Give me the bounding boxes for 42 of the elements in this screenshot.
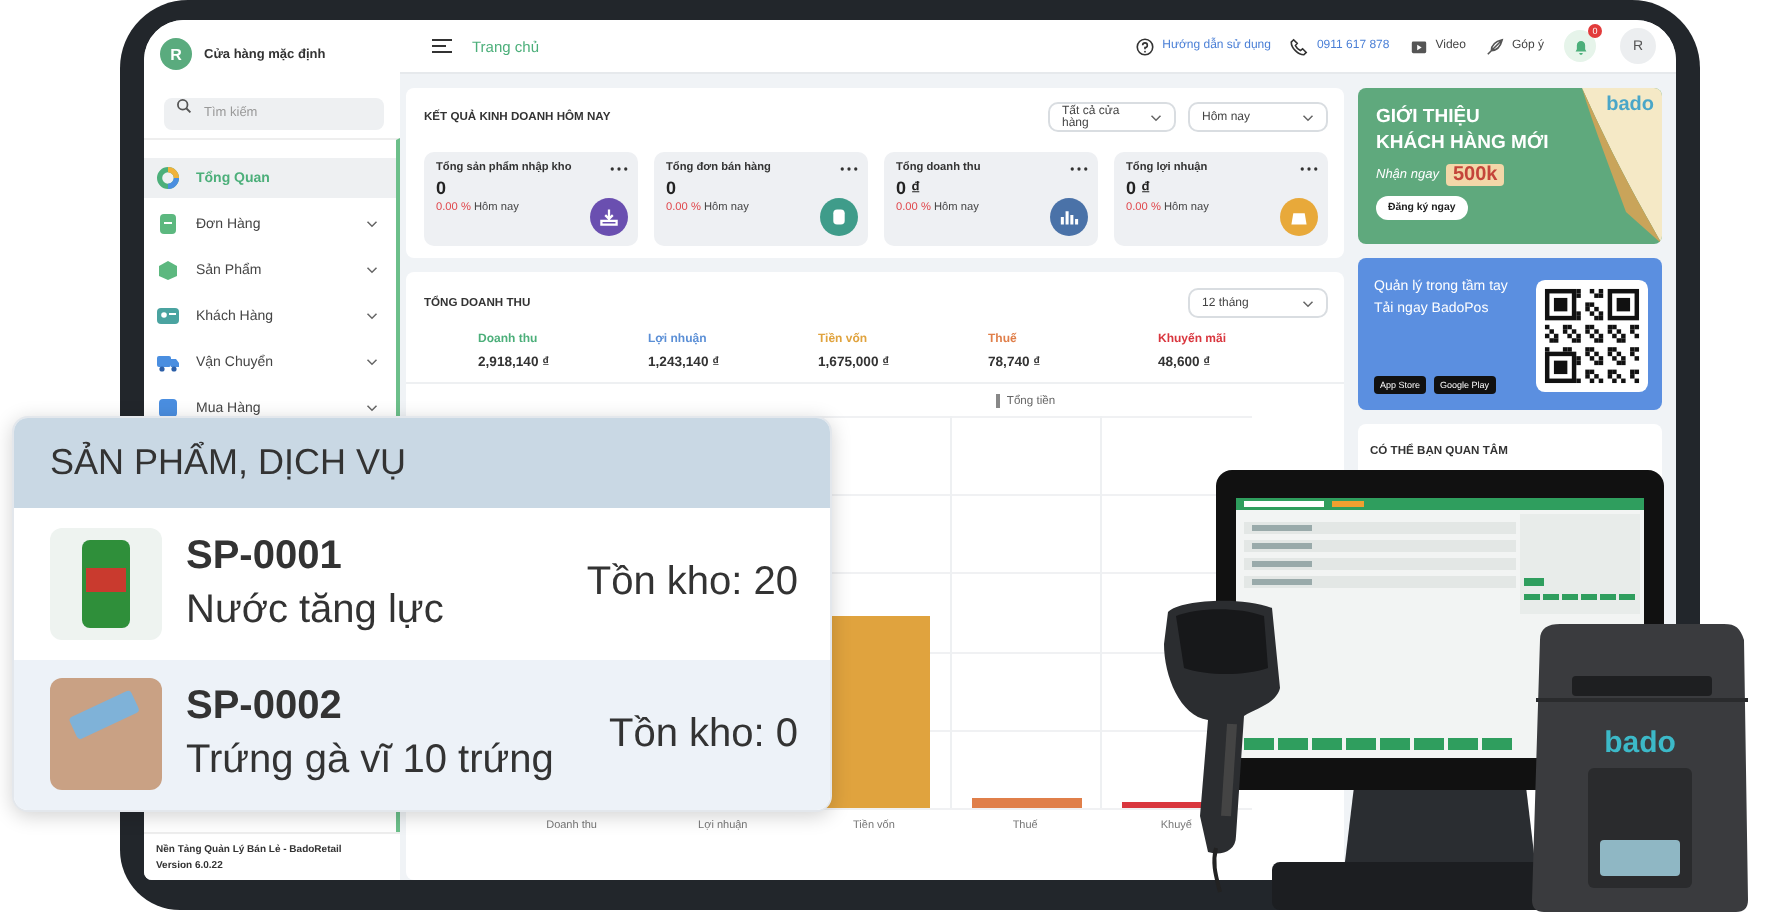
promo-heading: GIỚI THIỆU — [1376, 104, 1480, 130]
more-icon[interactable] — [610, 166, 628, 172]
product-code: SP-0001 — [186, 533, 344, 580]
stock-count: Tồn kho: 0 — [608, 711, 798, 758]
product-name: Trứng gà vĩ 10 trứng — [186, 738, 554, 785]
truck-icon — [156, 350, 180, 374]
more-icon[interactable] — [1300, 166, 1318, 172]
clipboard-icon — [156, 212, 180, 236]
menu-icon[interactable] — [432, 38, 452, 54]
stat-value: 0 — [666, 178, 679, 198]
stat-value: 0 ₫ — [1126, 178, 1153, 198]
product-name: Nước tăng lực — [186, 587, 444, 634]
legend-swatch — [996, 394, 1001, 408]
chevron-down-icon — [1150, 113, 1162, 121]
product-row[interactable]: SP-0002 Trứng gà vĩ 10 trứng Tồn kho: 0 — [14, 659, 830, 810]
chevron-down-icon — [1302, 299, 1314, 307]
qr-code — [1536, 279, 1648, 391]
more-icon[interactable] — [840, 166, 858, 172]
product-row[interactable]: SP-0001 Nước tăng lực Tồn kho: 20 — [14, 508, 830, 659]
stat-value: 0 — [436, 178, 449, 198]
popup-title: SẢN PHẨM, DỊCH VỤ — [50, 442, 407, 484]
video-icon — [1409, 37, 1428, 55]
printer-logo: bado — [1604, 726, 1676, 760]
pie-chart-icon — [156, 166, 180, 190]
brand-logo: bado — [1606, 94, 1654, 116]
id-card-icon — [156, 304, 180, 328]
feather-icon — [1485, 37, 1504, 55]
box-icon — [156, 258, 180, 282]
chevron-down-icon — [1302, 113, 1314, 121]
stat-value: 0 ₫ — [896, 178, 923, 198]
bell-icon — [1571, 37, 1589, 55]
phone-icon — [1290, 37, 1309, 55]
offer-amount: 500k — [1446, 164, 1504, 186]
help-icon — [1136, 37, 1155, 55]
search-icon — [176, 98, 192, 114]
more-icon[interactable] — [1070, 166, 1088, 172]
photo-placeholder — [50, 527, 162, 640]
promo-heading: KHÁCH HÀNG MỚI — [1376, 130, 1549, 156]
chart-bar — [971, 798, 1082, 808]
photo-placeholder — [50, 678, 162, 791]
product-code: SP-0002 — [186, 684, 344, 731]
stock-count: Tồn kho: 20 — [586, 560, 798, 607]
